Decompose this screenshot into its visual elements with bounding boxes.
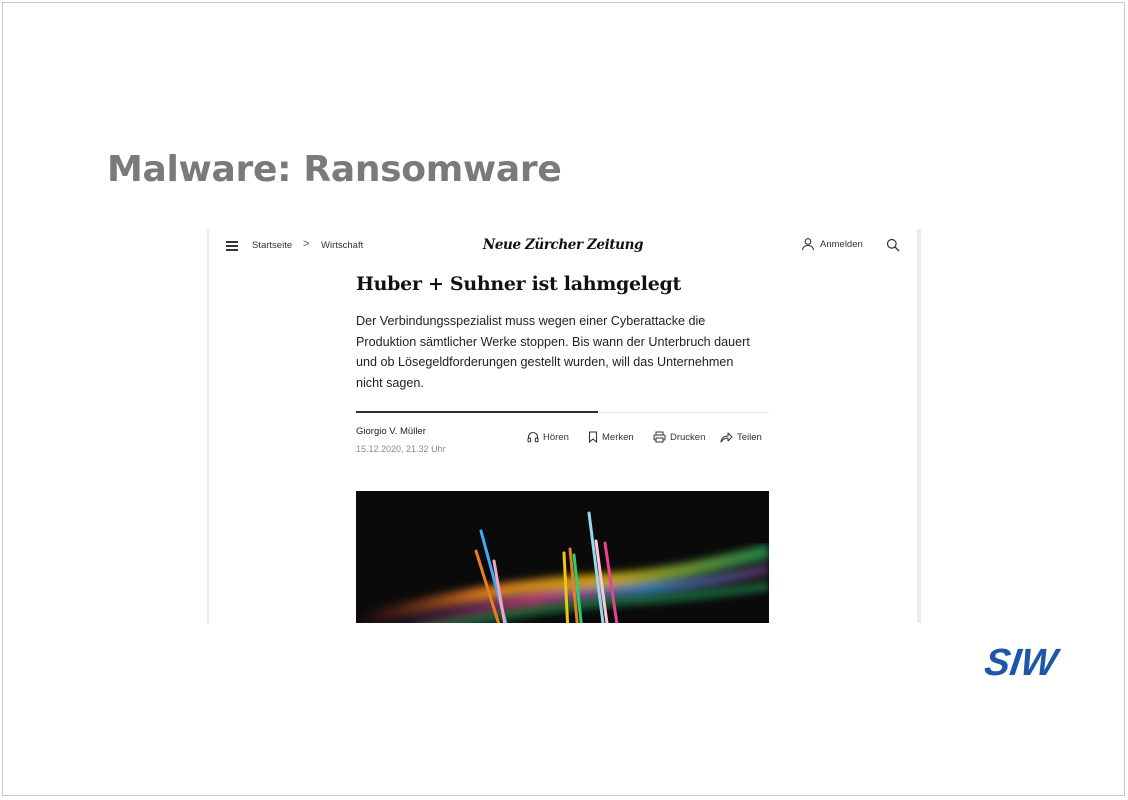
svg-text:SIW: SIW <box>982 641 1063 680</box>
article-lead: Der Verbindungsspezialist muss wegen ein… <box>356 314 750 390</box>
print-label: Drucken <box>670 431 706 443</box>
listen-button[interactable]: Hören <box>527 431 569 443</box>
bookmark-icon <box>588 431 598 443</box>
slide-title: Malware: Ransomware <box>107 149 562 190</box>
share-button[interactable]: Teilen <box>720 431 762 443</box>
bookmark-label: Merken <box>602 431 634 443</box>
article-screenshot: Startseite > Wirtschaft Neue Zürcher Zei… <box>207 229 921 623</box>
siw-logo: SIW <box>982 641 1063 680</box>
share-label: Teilen <box>737 431 762 443</box>
user-icon <box>801 238 815 251</box>
printer-icon <box>653 431 666 443</box>
login-label: Anmelden <box>820 238 863 250</box>
print-button[interactable]: Drucken <box>653 431 705 443</box>
hero-image-fiber-optics <box>356 491 769 623</box>
article-author[interactable]: Giorgio V. Müller <box>356 426 426 437</box>
reading-progress-bar <box>356 411 598 413</box>
search-icon[interactable] <box>886 238 900 252</box>
article-date: 15.12.2020, 21.32 Uhr <box>356 444 446 454</box>
login-button[interactable]: Anmelden <box>801 237 863 251</box>
headphones-icon <box>527 431 539 443</box>
bookmark-button[interactable]: Merken <box>588 431 634 443</box>
listen-label: Hören <box>543 431 569 443</box>
article-headline: Huber + Suhner ist lahmgelegt <box>356 273 681 295</box>
share-icon <box>720 432 733 443</box>
